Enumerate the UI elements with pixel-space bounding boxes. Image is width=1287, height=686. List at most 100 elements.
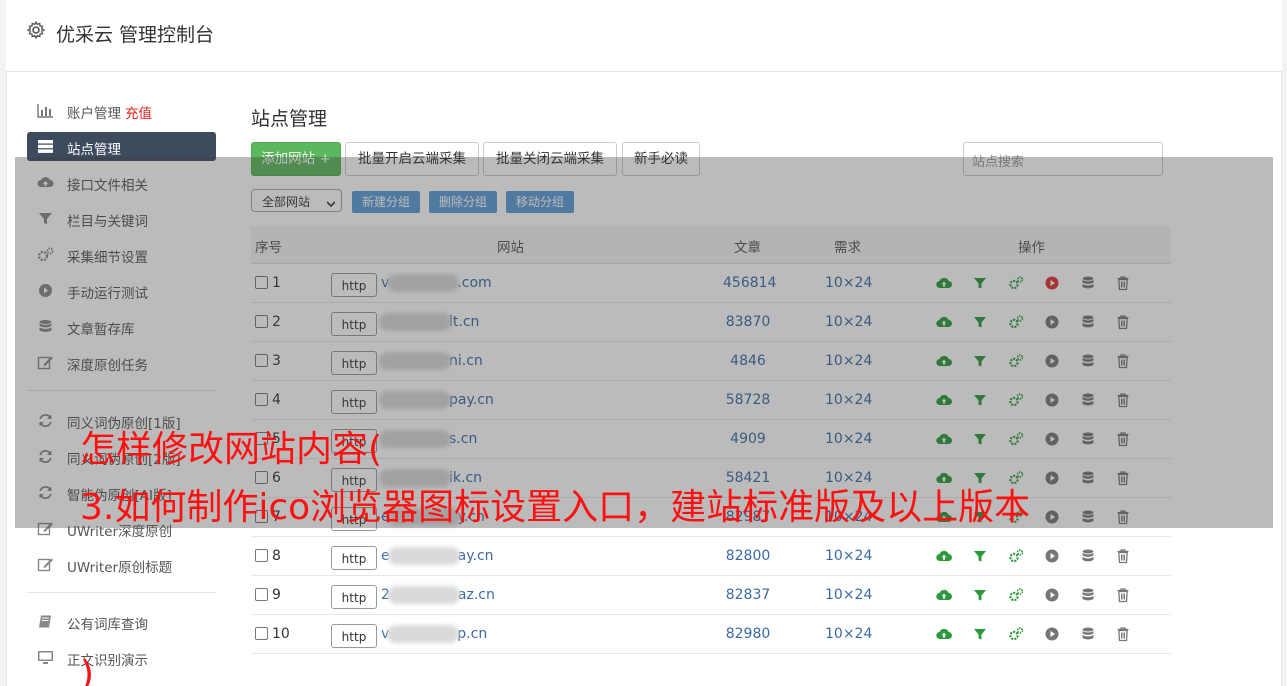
database-icon[interactable] [1080,587,1096,603]
cogs-icon[interactable] [1008,392,1024,408]
database-icon[interactable] [1080,275,1096,291]
delete-group-button[interactable]: 删除分组 [429,191,497,213]
sidebar-item-deep-original[interactable]: 深度原创任务 [27,348,216,377]
cloud-upload-icon[interactable] [936,587,953,603]
demand-value[interactable]: 10×24 [825,431,872,447]
trash-icon[interactable] [1115,353,1131,369]
site-link[interactable]: pay.cn [379,391,494,409]
http-badge[interactable]: http [331,273,377,297]
site-link[interactable]: s.cn [379,430,477,448]
sidebar-item-interface-files[interactable]: 接口文件相关 [27,168,216,197]
filter-icon[interactable] [972,626,988,642]
sidebar-item-account[interactable]: 账户管理 充值 [27,96,216,125]
trash-icon[interactable] [1115,509,1131,525]
cloud-upload-icon[interactable] [936,275,953,291]
article-count[interactable]: 4909 [723,431,773,447]
database-icon[interactable] [1080,431,1096,447]
http-badge[interactable]: http [331,624,377,648]
newbie-guide-button[interactable]: 新手必读 [622,142,700,176]
demand-value[interactable]: 10×24 [825,392,872,408]
article-count[interactable]: 58421 [723,470,773,486]
new-group-button[interactable]: 新建分组 [352,191,420,213]
site-link[interactable]: ik.cn [379,469,482,487]
demand-value[interactable]: 10×24 [825,587,872,603]
http-badge[interactable]: http [331,468,377,492]
database-icon[interactable] [1080,548,1096,564]
row-checkbox[interactable] [255,432,268,445]
play-circle-icon[interactable] [1044,470,1060,486]
sidebar-item-article-storage[interactable]: 文章暂存库 [27,312,216,341]
trash-icon[interactable] [1115,392,1131,408]
site-link[interactable]: v .com [381,274,492,292]
cogs-icon[interactable] [1008,353,1024,369]
sidebar-item-ai-rewrite[interactable]: 智能伪原创[AI版] [27,478,216,507]
cloud-upload-icon[interactable] [936,509,953,525]
filter-icon[interactable] [972,509,988,525]
play-circle-icon[interactable] [1044,353,1060,369]
row-checkbox[interactable] [255,549,268,562]
filter-icon[interactable] [972,275,988,291]
site-link[interactable]: v p.cn [381,625,487,643]
http-badge[interactable]: http [331,507,377,531]
play-circle-icon[interactable] [1044,626,1060,642]
filter-icon[interactable] [972,392,988,408]
cogs-icon[interactable] [1008,431,1024,447]
site-link[interactable]: ni.cn [379,352,483,370]
demand-value[interactable]: 10×24 [825,509,872,525]
site-link[interactable]: e y.cn [381,508,485,526]
cogs-icon[interactable] [1008,470,1024,486]
demand-value[interactable]: 10×24 [825,470,872,486]
site-link[interactable]: 2 az.cn [381,586,495,604]
trash-icon[interactable] [1115,626,1131,642]
database-icon[interactable] [1080,509,1096,525]
row-checkbox[interactable] [255,315,268,328]
database-icon[interactable] [1080,626,1096,642]
sidebar-item-columns-keywords[interactable]: 栏目与关键词 [27,204,216,233]
batch-close-cloud-button[interactable]: 批量关闭云端采集 [483,142,617,176]
database-icon[interactable] [1080,314,1096,330]
play-circle-icon[interactable] [1044,431,1060,447]
row-checkbox[interactable] [255,276,268,289]
sidebar-item-manual-test[interactable]: 手动运行测试 [27,276,216,305]
cogs-icon[interactable] [1008,587,1024,603]
sidebar-item-sites[interactable]: 站点管理 [27,132,216,161]
site-link[interactable]: lt.cn [379,313,479,331]
sidebar-item-synonym-v2[interactable]: 同义词伪原创[2版] [27,442,216,471]
sidebar-item-public-lexicon[interactable]: 公有词库查询 [27,607,216,636]
row-checkbox[interactable] [255,471,268,484]
trash-icon[interactable] [1115,587,1131,603]
article-count[interactable]: 82837 [723,587,773,603]
http-badge[interactable]: http [331,390,377,414]
sidebar-item-collect-settings[interactable]: 采集细节设置 [27,240,216,269]
sidebar-item-synonym-v1[interactable]: 同义词伪原创[1版] [27,406,216,435]
demand-value[interactable]: 10×24 [825,275,872,291]
row-checkbox[interactable] [255,588,268,601]
demand-value[interactable]: 10×24 [825,353,872,369]
play-circle-icon[interactable] [1044,392,1060,408]
article-count[interactable]: 58728 [723,392,773,408]
cloud-upload-icon[interactable] [936,470,953,486]
site-link[interactable]: e ay.cn [381,547,494,565]
demand-value[interactable]: 10×24 [825,626,872,642]
filter-icon[interactable] [972,587,988,603]
article-count[interactable]: 82980 [723,626,773,642]
add-site-button[interactable]: 添加网站 + [251,142,341,176]
article-count[interactable]: 82800 [723,548,773,564]
http-badge[interactable]: http [331,351,377,375]
sidebar-item-uwriter-title[interactable]: UWriter原创标题 [27,550,216,579]
demand-value[interactable]: 10×24 [825,548,872,564]
play-circle-icon[interactable] [1044,548,1060,564]
article-count[interactable]: 456814 [723,275,776,291]
row-checkbox[interactable] [255,627,268,640]
play-circle-icon[interactable] [1044,587,1060,603]
database-icon[interactable] [1080,353,1096,369]
row-checkbox[interactable] [255,510,268,523]
move-group-button[interactable]: 移动分组 [506,191,574,213]
http-badge[interactable]: http [331,585,377,609]
http-badge[interactable]: http [331,429,377,453]
article-count[interactable]: 4846 [723,353,773,369]
play-circle-icon[interactable] [1044,275,1060,291]
site-search-input[interactable]: 站点搜索 [963,142,1163,176]
cogs-icon[interactable] [1008,509,1024,525]
gear-icon[interactable] [26,20,46,40]
